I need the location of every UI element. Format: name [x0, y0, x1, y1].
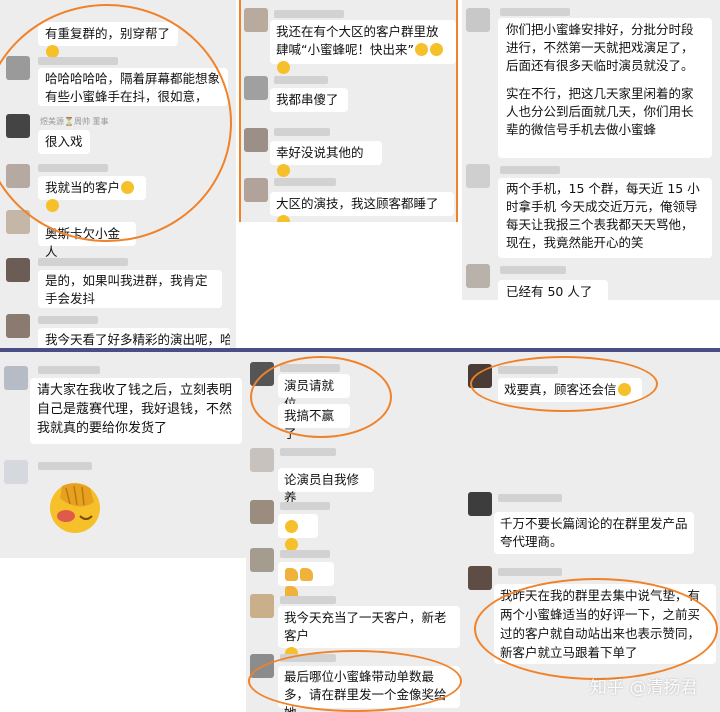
message-text: 是的，如果叫我进群，我肯定手会发抖	[45, 273, 208, 306]
avatar[interactable]	[466, 164, 490, 188]
panel-border-orange	[239, 0, 241, 222]
emoji-icon	[414, 43, 428, 56]
sender-name-blurred	[500, 8, 570, 16]
chat-panel-bottom-left: 请大家在我收了钱之后，立刻表明自己是蔻赛代理，我好退钱，不然我就真的要给你发货了	[0, 352, 246, 558]
avatar[interactable]	[468, 566, 492, 590]
avatar[interactable]	[250, 448, 274, 472]
avatar[interactable]	[6, 314, 30, 338]
sender-name-blurred	[274, 178, 336, 186]
emoji-icon	[277, 61, 290, 74]
message-text: 请大家在我收了钱之后，立刻表明自己是蔻赛代理，我好退钱，不然我就真的要给你发货了	[37, 383, 233, 436]
avatar[interactable]	[244, 128, 268, 152]
highlight-ellipse	[474, 578, 718, 680]
message-text: 我还在有个大区的客户群里放肆喊“小蜜蜂呢！快出来”	[276, 24, 439, 57]
chat-bubble[interactable]: 我还在有个大区的客户群里放肆喊“小蜜蜂呢！快出来”	[270, 20, 456, 74]
avatar[interactable]	[466, 264, 490, 288]
sender-name-blurred	[274, 76, 328, 84]
message-text: 大区的演技，我这顾客都睡了	[276, 196, 439, 211]
avatar[interactable]	[250, 500, 274, 524]
chat-panel-top-mid: 我还在有个大区的客户群里放肆喊“小蜜蜂呢！快出来” 我都串傻了 幸好没说其他的 …	[240, 0, 458, 222]
chat-bubble[interactable]: 已经有 50 人了	[498, 280, 608, 300]
message-text: 千万不要长篇阔论的在群里发产品夸代理商。	[500, 516, 688, 549]
message-text: 你们把小蜜蜂安排好，分批分时段进行，不然第一天就把戏演足了，后面还有很多天临时演…	[506, 22, 694, 73]
facepalm-sticker[interactable]	[46, 478, 104, 536]
sender-name-blurred	[498, 568, 562, 576]
sender-name-blurred	[280, 448, 336, 456]
chat-bubble[interactable]: 幸好没说其他的	[270, 141, 382, 177]
sender-name-blurred	[38, 316, 98, 324]
chat-bubble[interactable]: 论演员自我修养	[278, 468, 374, 505]
chat-panel-top-right: 你们把小蜜蜂安排好，分批分时段进行，不然第一天就把戏演足了，后面还有很多天临时演…	[462, 0, 720, 300]
sender-name-blurred	[498, 494, 562, 502]
emoji-icon	[285, 520, 298, 533]
sender-name-blurred	[500, 266, 566, 274]
avatar[interactable]	[4, 366, 28, 390]
avatar[interactable]	[4, 460, 28, 484]
chat-bubble[interactable]: 两个手机，15 个群，每天近 15 小时拿手机 今天成交近万元，俺领导每天让我报…	[498, 178, 712, 258]
avatar[interactable]	[244, 76, 268, 100]
highlight-ellipse	[250, 356, 392, 438]
avatar[interactable]	[250, 594, 274, 618]
chat-panel-top-left: 有重复群的，别穿帮了 哈哈哈哈哈，隔着屏幕都能想象有些小蜜蜂手在抖，很如意， 煜…	[0, 0, 236, 348]
avatar[interactable]	[466, 8, 490, 32]
sender-name-blurred	[274, 128, 330, 136]
message-text: 论演员自我修养	[284, 472, 360, 505]
message-text: 幸好没说其他的	[276, 145, 364, 160]
avatar[interactable]	[244, 178, 268, 202]
avatar[interactable]	[468, 492, 492, 516]
emoji-icon	[429, 43, 443, 56]
sender-name-blurred	[38, 462, 92, 470]
message-text: 我今天看了好多精彩的演出呢，哈	[45, 332, 230, 347]
sender-name-blurred	[38, 258, 128, 266]
sender-name-blurred	[280, 550, 330, 558]
highlight-ellipse	[470, 356, 658, 412]
message-text: 两个手机，15 个群，每天近 15 小时拿手机 今天成交近万元，俺领导每天让我报…	[506, 181, 700, 250]
highlight-ellipse	[248, 650, 462, 712]
message-text: 我今天充当了一天客户，新老客户	[284, 610, 447, 643]
sender-name-blurred	[280, 596, 336, 604]
avatar[interactable]	[244, 8, 268, 32]
chat-bubble[interactable]: 千万不要长篇阔论的在群里发产品夸代理商。	[494, 512, 694, 554]
thumbs-up-icon	[285, 568, 298, 581]
chat-bubble[interactable]: 我今天充当了一天客户，新老客户	[278, 606, 460, 660]
sender-name-blurred	[274, 10, 344, 18]
avatar[interactable]	[6, 258, 30, 282]
emoji-icon	[277, 215, 290, 222]
message-text: 我都串傻了	[276, 92, 339, 107]
highlight-ellipse	[0, 4, 232, 242]
chat-bubble[interactable]	[278, 514, 318, 551]
chat-bubble[interactable]: 大区的演技，我这顾客都睡了	[270, 192, 454, 222]
chat-bubble[interactable]: 你们把小蜜蜂安排好，分批分时段进行，不然第一天就把戏演足了，后面还有很多天临时演…	[498, 18, 712, 158]
chat-panel-bottom-right: 戏要真，顾客还会信 千万不要长篇阔论的在群里发产品夸代理商。 我昨天在我的群里去…	[464, 352, 720, 712]
sender-name-blurred	[38, 366, 100, 374]
sender-name-blurred	[500, 166, 560, 174]
thumbs-up-icon	[300, 568, 313, 581]
chat-bubble[interactable]: 请大家在我收了钱之后，立刻表明自己是蔻赛代理，我好退钱，不然我就真的要给你发货了	[30, 378, 242, 444]
message-text: 实在不行，把这几天家里闲着的家人也分公到后面就几天，你们用长辈的微信号手机去做小…	[506, 86, 694, 137]
emoji-icon	[277, 164, 290, 177]
panel-border-orange	[456, 0, 458, 222]
chat-bubble[interactable]	[278, 562, 334, 599]
chat-bubble[interactable]: 是的，如果叫我进群，我肯定手会发抖	[38, 270, 222, 308]
avatar[interactable]	[250, 548, 274, 572]
message-text: 已经有 50 人了	[506, 284, 593, 299]
chat-bubble[interactable]: 我都串傻了	[270, 88, 348, 112]
chat-bubble[interactable]: 我今天看了好多精彩的演出呢，哈	[38, 328, 230, 348]
chat-panel-bottom-mid: 演员请就位 我搞不赢了 论演员自我修养 我今天充当了一天客户，新老客户 最后哪位…	[246, 352, 464, 712]
watermark: 知乎 @清扬君	[590, 678, 698, 698]
sender-name-blurred	[280, 502, 330, 510]
